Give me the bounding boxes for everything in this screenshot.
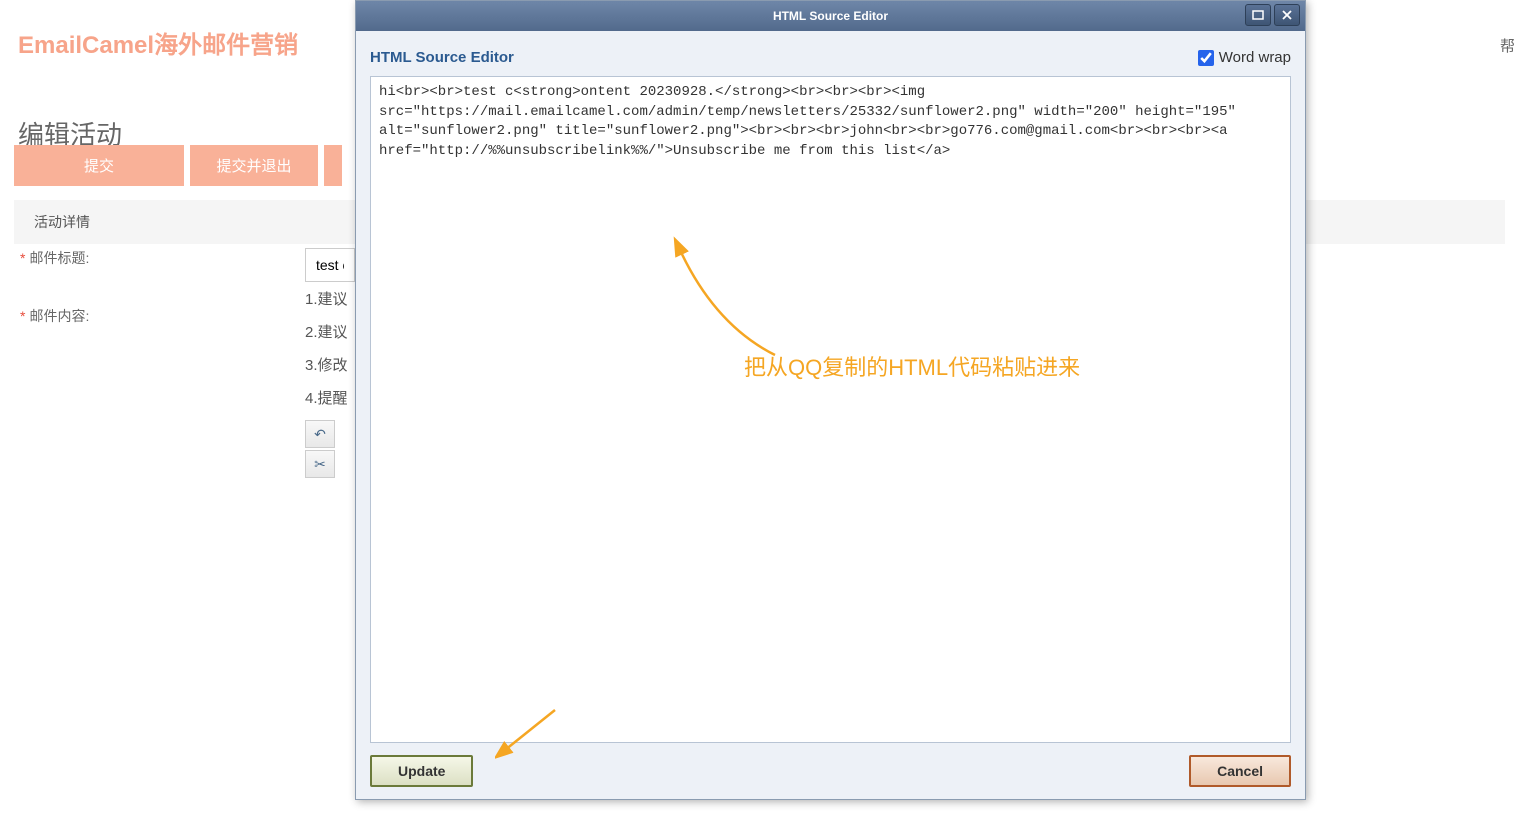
- wordwrap-text: Word wrap: [1219, 49, 1291, 66]
- undo-icon[interactable]: ↶: [305, 420, 335, 448]
- cancel-button[interactable]: Cancel: [1189, 755, 1291, 787]
- tip-2: 2.建议: [305, 321, 348, 342]
- maximize-icon[interactable]: [1245, 4, 1271, 26]
- wordwrap-checkbox[interactable]: [1198, 50, 1214, 66]
- submit-button[interactable]: 提交: [14, 145, 184, 186]
- editor-toolbar: ↶ ✂: [305, 420, 335, 480]
- dialog-title: HTML Source Editor: [773, 9, 888, 23]
- dialog-titlebar[interactable]: HTML Source Editor: [356, 1, 1305, 31]
- html-source-textarea[interactable]: [370, 76, 1291, 743]
- wordwrap-checkbox-label[interactable]: Word wrap: [1198, 49, 1291, 66]
- submit-exit-button[interactable]: 提交并退出: [190, 145, 318, 186]
- form-labels: *邮件标题: *邮件内容:: [20, 248, 89, 346]
- action-button-row: 提交 提交并退出: [14, 145, 342, 186]
- dialog-subtitle: HTML Source Editor: [370, 49, 514, 66]
- cut-icon[interactable]: ✂: [305, 450, 335, 478]
- third-button-fragment[interactable]: [324, 145, 342, 186]
- tip-1: 1.建议: [305, 288, 348, 309]
- help-link[interactable]: 帮: [1500, 35, 1515, 56]
- app-logo: EmailCamel海外邮件营销: [18, 25, 298, 60]
- close-icon[interactable]: [1274, 4, 1300, 26]
- content-tips-list: 1.建议 2.建议 3.修改 4.提醒: [305, 288, 348, 420]
- tip-3: 3.修改: [305, 354, 348, 375]
- mail-title-label: *邮件标题:: [20, 248, 89, 268]
- mail-title-input[interactable]: [305, 248, 355, 282]
- update-button[interactable]: Update: [370, 755, 473, 787]
- mail-content-label: *邮件内容:: [20, 306, 89, 326]
- html-source-editor-dialog: HTML Source Editor HTML Source Editor Wo…: [355, 0, 1306, 800]
- tip-4: 4.提醒: [305, 387, 348, 408]
